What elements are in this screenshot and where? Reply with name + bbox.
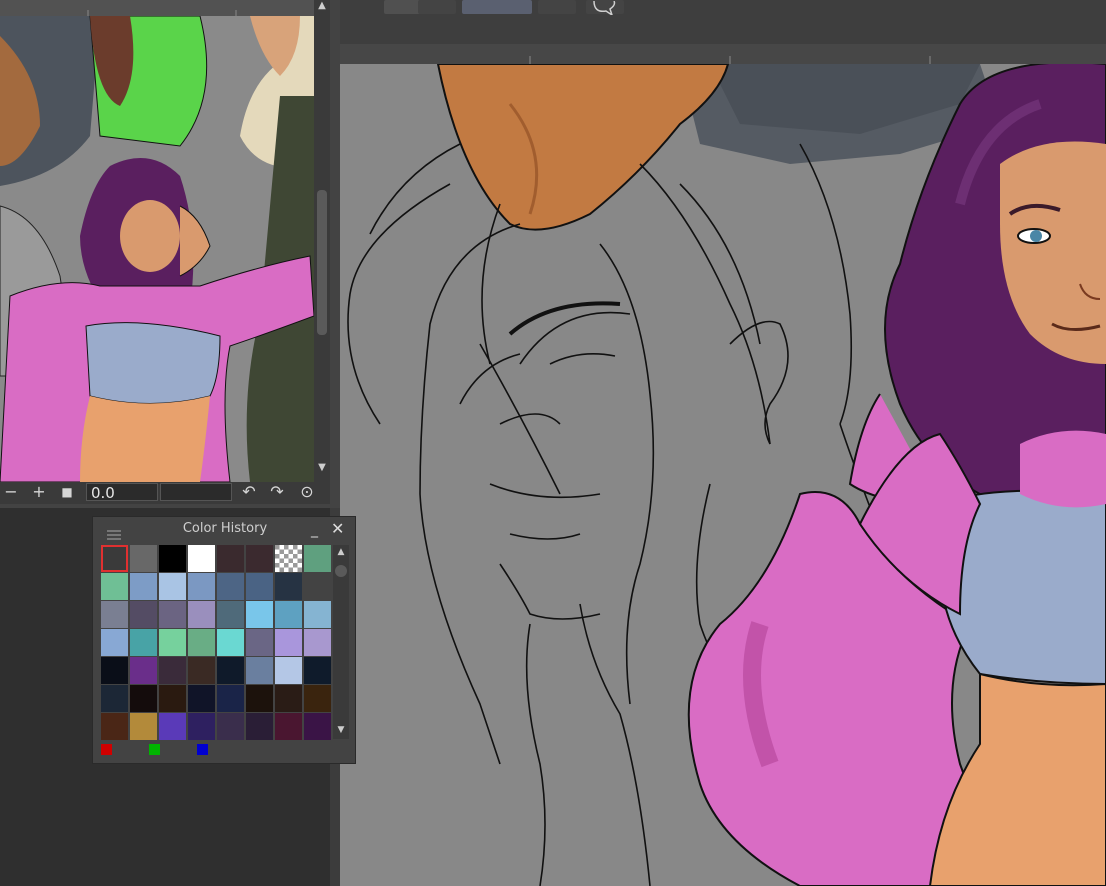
minimize-icon[interactable]: _: [311, 523, 325, 537]
color-swatch[interactable]: [217, 629, 244, 656]
color-swatch[interactable]: [188, 685, 215, 712]
navigator-toolbar: − + ■ 0.0 ↶ ↷ ⊙: [0, 482, 330, 504]
color-swatch[interactable]: [101, 573, 128, 600]
color-swatch[interactable]: [246, 713, 273, 740]
color-swatch[interactable]: [246, 629, 273, 656]
color-history-panel: Color History _ ✕ ▲ ▼: [92, 516, 356, 764]
color-swatch[interactable]: [159, 629, 186, 656]
color-swatch[interactable]: [101, 685, 128, 712]
scroll-down-icon[interactable]: ▼: [315, 462, 329, 476]
color-swatch[interactable]: [188, 601, 215, 628]
color-swatch[interactable]: [304, 713, 331, 740]
crop-tool-button[interactable]: [538, 0, 576, 14]
reset-rotation-icon[interactable]: ⊙: [296, 482, 318, 502]
color-swatch[interactable]: [130, 545, 157, 572]
color-swatch[interactable]: [130, 685, 157, 712]
zoom-in-button[interactable]: +: [28, 482, 50, 502]
navigator-scrollbar[interactable]: ▲ ▼: [314, 0, 330, 482]
navigator-panel: ▲ ▼ − + ■ 0.0 ↶ ↷ ⊙: [0, 0, 340, 508]
color-swatch[interactable]: [246, 573, 273, 600]
rotate-right-icon[interactable]: ↷: [266, 482, 288, 502]
rotation-slider[interactable]: [160, 483, 232, 501]
color-swatch[interactable]: [217, 685, 244, 712]
color-swatch[interactable]: [275, 685, 302, 712]
rotate-view-button[interactable]: [462, 0, 532, 14]
color-swatch[interactable]: [101, 713, 128, 740]
color-swatch[interactable]: [130, 573, 157, 600]
color-swatch[interactable]: [130, 657, 157, 684]
navigator-artwork: [0, 16, 314, 482]
color-history-scrollbar[interactable]: ▲ ▼: [333, 545, 349, 739]
color-swatch[interactable]: [188, 573, 215, 600]
blue-indicator: [197, 744, 208, 755]
color-swatch[interactable]: [217, 545, 244, 572]
color-swatch[interactable]: [217, 713, 244, 740]
color-swatch[interactable]: [275, 657, 302, 684]
color-swatch[interactable]: [304, 685, 331, 712]
fill-tool-button[interactable]: [384, 0, 422, 14]
zoom-out-button[interactable]: −: [0, 482, 22, 502]
color-swatch[interactable]: [304, 601, 331, 628]
green-indicator: [149, 744, 160, 755]
speech-bubble-icon: [593, 0, 616, 17]
scroll-up-icon[interactable]: ▲: [315, 0, 329, 14]
color-swatch[interactable]: [101, 601, 128, 628]
color-swatch[interactable]: [275, 713, 302, 740]
color-swatch[interactable]: [130, 713, 157, 740]
canvas-ruler: [340, 44, 1106, 65]
close-icon[interactable]: ✕: [331, 521, 347, 537]
color-swatch[interactable]: [304, 545, 331, 572]
color-swatch[interactable]: [304, 657, 331, 684]
navigator-preview[interactable]: [0, 16, 314, 482]
color-swatch[interactable]: [101, 545, 128, 572]
scroll-up-icon[interactable]: ▲: [334, 547, 348, 559]
scrollbar-thumb[interactable]: [335, 565, 347, 577]
color-swatch[interactable]: [217, 657, 244, 684]
color-swatch[interactable]: [159, 545, 186, 572]
color-swatch[interactable]: [246, 545, 273, 572]
color-swatch[interactable]: [246, 657, 273, 684]
color-swatch[interactable]: [275, 629, 302, 656]
color-swatch[interactable]: [159, 685, 186, 712]
red-indicator: [101, 744, 112, 755]
speech-bubble-tool-button[interactable]: [586, 0, 624, 17]
color-swatch[interactable]: [159, 601, 186, 628]
color-swatch[interactable]: [130, 601, 157, 628]
color-swatch[interactable]: [159, 573, 186, 600]
rotation-angle-field[interactable]: 0.0: [86, 483, 158, 502]
swatch-grid: [101, 545, 337, 741]
color-swatch[interactable]: [275, 601, 302, 628]
rotate-left-icon[interactable]: ↶: [238, 482, 260, 502]
color-swatch[interactable]: [188, 713, 215, 740]
color-swatch[interactable]: [246, 601, 273, 628]
scroll-down-icon[interactable]: ▼: [334, 725, 348, 737]
color-swatch[interactable]: [304, 629, 331, 656]
navigator-ruler: [0, 0, 314, 16]
color-swatch[interactable]: [101, 629, 128, 656]
color-swatch[interactable]: [159, 657, 186, 684]
fit-button[interactable]: ■: [56, 482, 78, 502]
selection-tool-button[interactable]: [346, 0, 384, 14]
top-toolbar: [340, 0, 1106, 44]
color-swatch[interactable]: [217, 601, 244, 628]
color-swatch[interactable]: [188, 657, 215, 684]
color-swatch[interactable]: [159, 713, 186, 740]
color-swatch[interactable]: [217, 573, 244, 600]
keyboard-tool-button[interactable]: [418, 0, 456, 14]
color-swatch[interactable]: [275, 573, 302, 600]
canvas-artwork: [347, 64, 1106, 886]
color-swatch[interactable]: [188, 545, 215, 572]
color-swatch[interactable]: [246, 685, 273, 712]
color-swatch[interactable]: [188, 629, 215, 656]
color-swatch[interactable]: [101, 657, 128, 684]
scrollbar-thumb[interactable]: [317, 190, 327, 335]
color-swatch[interactable]: [275, 545, 302, 572]
color-swatch[interactable]: [130, 629, 157, 656]
main-canvas[interactable]: [340, 64, 1106, 886]
